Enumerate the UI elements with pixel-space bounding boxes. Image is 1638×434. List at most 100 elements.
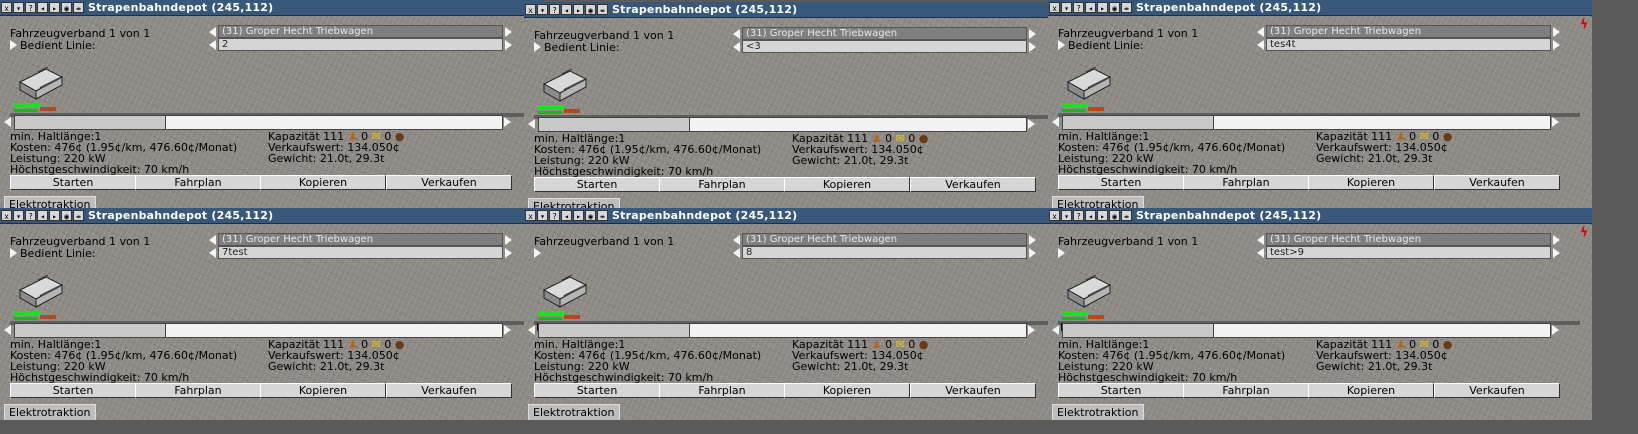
vehicle-next-arrow[interactable] [1029,235,1036,245]
help-icon[interactable]: ? [25,2,36,13]
vehicle-scrollbar[interactable] [538,323,1027,338]
tram-icon[interactable] [538,68,588,104]
line-selector[interactable]: 8 [742,246,1027,259]
line-selector[interactable]: 7test [218,246,503,259]
scroll-left-arrow[interactable] [528,325,535,335]
close-icon[interactable]: x [525,4,536,15]
vehicle-prev-arrow[interactable] [1257,235,1264,245]
line-toggle-icon[interactable] [534,42,541,52]
tab-elektrotraktion[interactable]: Elektrotraktion [1052,404,1144,420]
start-button[interactable]: Starten [1058,383,1184,398]
schedule-button[interactable]: Fahrplan [135,383,261,398]
line-toggle-icon[interactable] [10,248,17,258]
pin-icon[interactable]: ⇹ [597,4,608,15]
vehicle-scrollbar[interactable] [538,117,1027,132]
start-button[interactable]: Starten [534,383,660,398]
scroll-right-arrow[interactable] [1552,117,1559,127]
line-toggle-icon[interactable] [534,248,541,258]
vehicle-next-arrow[interactable] [505,27,512,37]
start-button[interactable]: Starten [10,383,136,398]
start-button[interactable]: Starten [534,177,660,192]
tab-elektrotraktion[interactable]: Elektrotraktion [4,404,96,420]
window-titlebar[interactable]: x ▾ ? ◂ ▸ ◉ ⇹ Strapenbahndepot (245,112) [0,208,544,224]
prev-icon[interactable]: ◂ [1085,2,1096,13]
copy-button[interactable]: Kopieren [260,175,386,190]
vehicle-prev-arrow[interactable] [1257,27,1264,37]
pin-icon[interactable]: ⇹ [73,210,84,221]
scroll-thumb[interactable] [539,118,690,131]
schedule-button[interactable]: Fahrplan [659,383,785,398]
line-prev-arrow[interactable] [209,40,216,50]
tram-icon[interactable] [1062,274,1112,310]
sell-button[interactable]: Verkaufen [386,383,512,398]
vehicle-selector[interactable]: (31) Groper Hecht Triebwagen [218,233,503,246]
menu-icon[interactable]: ▾ [1061,210,1072,221]
vehicle-selector[interactable]: (31) Groper Hecht Triebwagen [1266,233,1551,246]
scroll-thumb[interactable] [15,116,166,129]
vehicle-next-arrow[interactable] [1553,27,1560,37]
vehicle-prev-arrow[interactable] [209,27,216,37]
vehicle-scrollbar[interactable] [14,323,503,338]
sell-button[interactable]: Verkaufen [910,383,1036,398]
scroll-left-arrow[interactable] [528,119,535,129]
tram-icon[interactable] [14,66,64,102]
scroll-right-arrow[interactable] [1552,325,1559,335]
line-next-arrow[interactable] [1029,248,1036,258]
scroll-right-arrow[interactable] [504,117,511,127]
menu-icon[interactable]: ▾ [537,4,548,15]
line-prev-arrow[interactable] [1257,40,1264,50]
scroll-right-arrow[interactable] [1028,325,1035,335]
scroll-thumb[interactable] [539,324,690,337]
scroll-right-arrow[interactable] [1028,119,1035,129]
tram-icon[interactable] [14,274,64,310]
vehicle-scrollbar[interactable] [1062,115,1551,130]
close-icon[interactable]: x [1049,210,1060,221]
sell-button[interactable]: Verkaufen [1434,175,1560,190]
vehicle-scrollbar[interactable] [14,115,503,130]
vehicle-scrollbar[interactable] [1062,323,1551,338]
prev-icon[interactable]: ◂ [561,4,572,15]
line-next-arrow[interactable] [505,248,512,258]
copy-button[interactable]: Kopieren [784,383,910,398]
window-titlebar[interactable]: x ▾ ? ◂ ▸ ◉ ⇹ Strapenbahndepot (245,112) [0,0,544,16]
next-icon[interactable]: ▸ [49,210,60,221]
copy-button[interactable]: Kopieren [260,383,386,398]
tram-icon[interactable] [1062,66,1112,102]
vehicle-prev-arrow[interactable] [733,235,740,245]
scroll-thumb[interactable] [15,324,166,337]
menu-icon[interactable]: ▾ [13,210,24,221]
vehicle-next-arrow[interactable] [1553,235,1560,245]
scroll-right-arrow[interactable] [504,325,511,335]
help-icon[interactable]: ? [25,210,36,221]
line-toggle-icon[interactable] [10,40,17,50]
vehicle-next-arrow[interactable] [1029,29,1036,39]
menu-icon[interactable]: ▾ [537,210,548,221]
menu-icon[interactable]: ▾ [1061,2,1072,13]
pin-icon[interactable]: ⇹ [1121,2,1132,13]
line-next-arrow[interactable] [1029,42,1036,52]
window-titlebar[interactable]: x ▾ ? ◂ ▸ ◉ ⇹ Strapenbahndepot (245,112) [1048,208,1592,224]
copy-button[interactable]: Kopieren [1308,175,1434,190]
schedule-button[interactable]: Fahrplan [1183,383,1309,398]
prev-icon[interactable]: ◂ [561,210,572,221]
tab-elektrotraktion[interactable]: Elektrotraktion [528,404,620,420]
prev-icon[interactable]: ◂ [37,2,48,13]
vehicle-selector[interactable]: (31) Groper Hecht Triebwagen [742,233,1027,246]
schedule-button[interactable]: Fahrplan [1183,175,1309,190]
line-toggle-icon[interactable] [1058,40,1065,50]
scroll-left-arrow[interactable] [4,325,11,335]
line-prev-arrow[interactable] [1257,248,1264,258]
vehicle-selector[interactable]: (31) Groper Hecht Triebwagen [1266,25,1551,38]
eye-icon[interactable]: ◉ [585,210,596,221]
next-icon[interactable]: ▸ [1097,210,1108,221]
sell-button[interactable]: Verkaufen [1434,383,1560,398]
sell-button[interactable]: Verkaufen [386,175,512,190]
help-icon[interactable]: ? [549,4,560,15]
close-icon[interactable]: x [525,210,536,221]
help-icon[interactable]: ? [1073,210,1084,221]
copy-button[interactable]: Kopieren [1308,383,1434,398]
line-next-arrow[interactable] [1553,248,1560,258]
schedule-button[interactable]: Fahrplan [135,175,261,190]
vehicle-prev-arrow[interactable] [733,29,740,39]
line-next-arrow[interactable] [1553,40,1560,50]
